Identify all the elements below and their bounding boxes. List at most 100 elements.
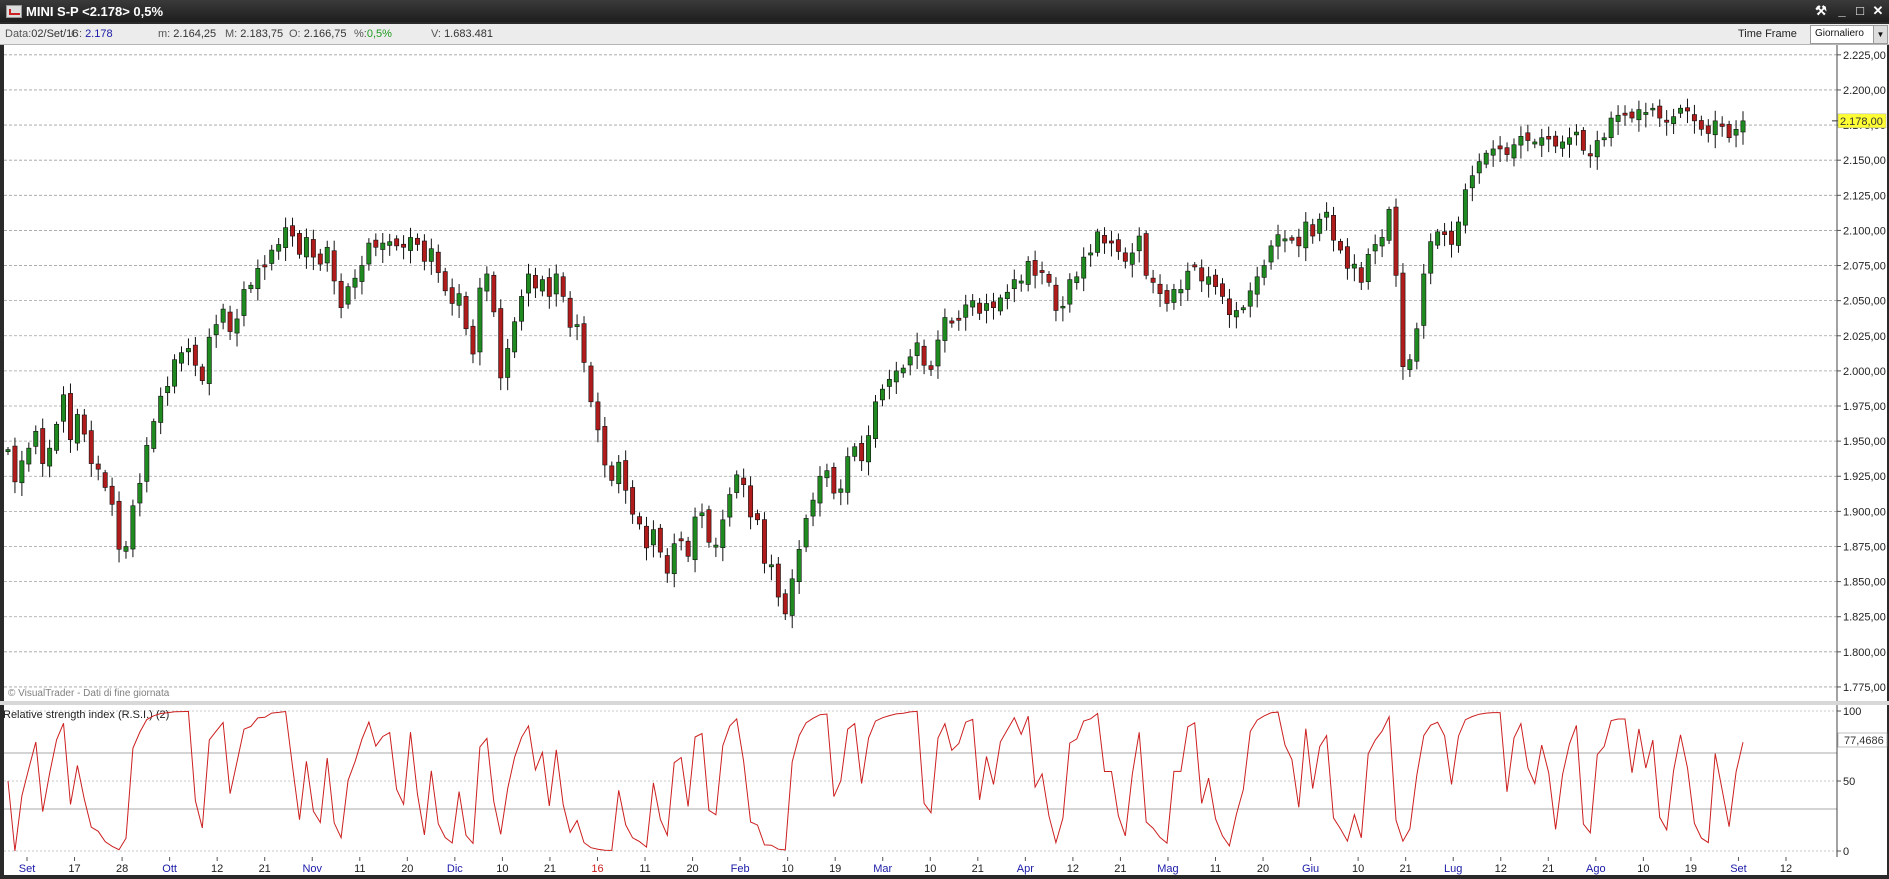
- candle: [192, 344, 198, 366]
- candle: [838, 488, 844, 493]
- y-tick-label: 1.900,00: [1843, 506, 1886, 518]
- candle: [907, 356, 913, 366]
- candle: [748, 485, 754, 518]
- x-tick-label: 21: [259, 863, 271, 875]
- candle: [366, 242, 372, 265]
- rsi-title: Relative strength index (R.S.I.) (2): [3, 709, 169, 721]
- candle: [95, 463, 101, 470]
- candle: [1053, 284, 1059, 311]
- candle: [1240, 307, 1246, 311]
- volume-value: 1.683.481: [444, 28, 493, 40]
- candle: [1351, 263, 1357, 269]
- candle: [1018, 280, 1024, 284]
- y-tick-label: 1.950,00: [1843, 436, 1886, 448]
- x-tick-label: Ott: [162, 863, 177, 875]
- candle: [19, 460, 25, 484]
- candle: [1261, 265, 1267, 278]
- candle: [755, 513, 760, 521]
- candle: [609, 465, 615, 481]
- candle: [1601, 137, 1607, 141]
- candle: [1324, 211, 1330, 218]
- candle: [817, 475, 823, 504]
- y-tick-label: 1.800,00: [1843, 647, 1886, 659]
- x-tick-label: 12: [1780, 863, 1792, 875]
- candle: [900, 367, 906, 374]
- timeframe-value: Giornaliero: [1815, 28, 1864, 39]
- candle: [1615, 114, 1621, 122]
- candle: [789, 578, 795, 616]
- candle: [1122, 252, 1128, 262]
- candle: [1150, 277, 1156, 283]
- volume-readout: V: 1.683.481: [431, 28, 493, 40]
- candle: [185, 348, 191, 353]
- date-readout: Data:02/Set/16: [5, 28, 78, 40]
- tools-icon[interactable]: ⚒: [1812, 3, 1830, 19]
- candle: [255, 268, 261, 290]
- candle: [33, 430, 39, 447]
- candle: [1060, 305, 1066, 309]
- x-tick-label: 19: [829, 863, 841, 875]
- candle: [1102, 235, 1107, 244]
- y-tick-label: 1.775,00: [1843, 682, 1886, 694]
- rsi-tick-label: 100: [1843, 706, 1861, 718]
- chart-area[interactable]: 1.775,00 1.800,00 1.825,00 1.850,00 1.875,00…: [0, 45, 1889, 879]
- candle: [1691, 114, 1697, 122]
- candle: [1400, 272, 1406, 367]
- candle: [1303, 221, 1309, 249]
- candle: [123, 546, 129, 552]
- candle: [394, 238, 400, 247]
- candle: [768, 564, 774, 568]
- candle: [1115, 239, 1121, 252]
- x-tick-label: 21: [972, 863, 984, 875]
- y-tick-label: 2.025,00: [1843, 331, 1886, 343]
- candle: [220, 308, 226, 323]
- candle: [1462, 189, 1468, 226]
- candle: [387, 241, 393, 246]
- candle: [1567, 137, 1572, 145]
- candle: [1233, 310, 1239, 318]
- candle: [331, 250, 337, 282]
- x-tick-label: 21: [1400, 863, 1412, 875]
- chevron-down-icon[interactable]: ▼: [1873, 26, 1887, 43]
- candle: [310, 239, 316, 258]
- candle: [1171, 289, 1177, 303]
- x-tick-label: 17: [68, 863, 80, 875]
- window-title: MINI S-P <2.178> 0,5%: [26, 4, 164, 19]
- rsi-value-label: 77,4686: [1844, 735, 1884, 747]
- y-tick-label: 2.000,00: [1843, 366, 1886, 378]
- candle: [546, 277, 552, 297]
- maximize-button[interactable]: □: [1851, 3, 1869, 19]
- timeframe-label: Time Frame: [1738, 28, 1797, 40]
- close-button[interactable]: ✕: [1869, 3, 1887, 19]
- candle: [1414, 328, 1420, 362]
- x-tick-label: Nov: [302, 863, 322, 875]
- x-tick-label: 10: [496, 863, 508, 875]
- timeframe-select[interactable]: Giornaliero ▼: [1810, 25, 1888, 44]
- candle: [1282, 238, 1288, 242]
- candle: [796, 548, 802, 583]
- candle: [1629, 111, 1635, 119]
- candle: [491, 274, 497, 313]
- candle: [1456, 221, 1461, 246]
- candle: [1449, 230, 1454, 245]
- x-tick-label: Apr: [1017, 863, 1034, 875]
- trading-window: MINI S-P <2.178> 0,5% ⚒ _ □ ✕ Data:02/Se…: [0, 0, 1889, 879]
- low-readout: m: 2.164,25: [158, 28, 216, 40]
- y-tick-label: 2.075,00: [1843, 261, 1886, 273]
- minimize-button[interactable]: _: [1833, 3, 1851, 19]
- panel-splitter[interactable]: [0, 701, 1889, 705]
- candle: [699, 512, 705, 517]
- x-tick-label: Lug: [1444, 863, 1462, 875]
- candle: [657, 527, 663, 553]
- candle: [1011, 279, 1017, 290]
- candle: [553, 273, 559, 295]
- candle: [1247, 290, 1253, 307]
- candle: [428, 248, 434, 262]
- candle: [1511, 144, 1517, 159]
- candle: [519, 296, 525, 322]
- candle: [1539, 137, 1545, 146]
- chart-app-icon: [6, 5, 22, 18]
- candle: [1442, 231, 1448, 235]
- open-value: 2.166,75: [303, 28, 347, 40]
- candle: [581, 323, 587, 363]
